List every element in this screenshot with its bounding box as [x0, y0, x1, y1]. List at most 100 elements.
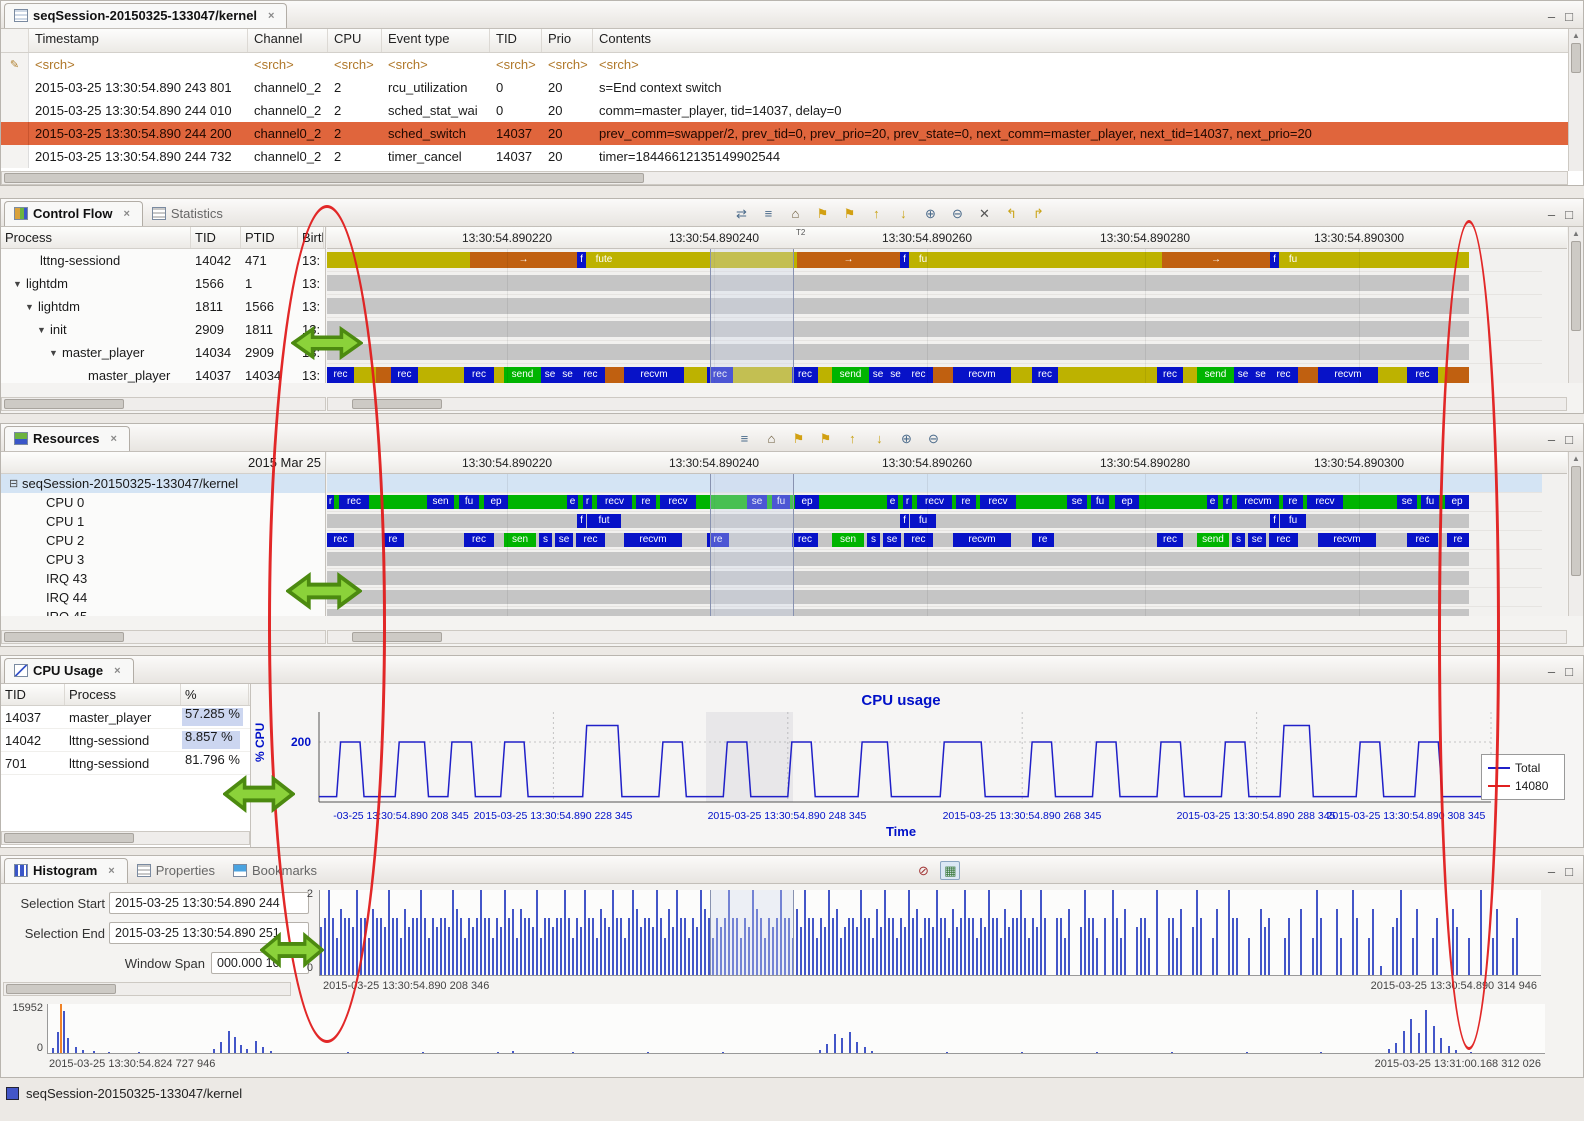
event-row[interactable]: 2015-03-25 13:30:54.890 244 010channel0_…: [1, 99, 1583, 122]
maximize-icon[interactable]: □: [1565, 864, 1573, 879]
column-header[interactable]: Contents: [593, 29, 1583, 52]
state-interval[interactable]: recvm: [953, 367, 1011, 383]
state-interval[interactable]: recvm: [1318, 367, 1378, 383]
state-interval[interactable]: recv: [1307, 495, 1343, 509]
search-cell[interactable]: <srch>: [328, 55, 382, 74]
state-interval[interactable]: send: [504, 367, 541, 383]
column-header[interactable]: Channel: [248, 29, 328, 52]
cpu-usage-row[interactable]: 14037master_player57.285 %: [1, 706, 250, 729]
state-interval[interactable]: [605, 367, 624, 383]
state-interval[interactable]: r: [327, 495, 334, 509]
state-interval[interactable]: fu: [1421, 495, 1439, 509]
zoom-out-icon[interactable]: ⊖: [947, 204, 967, 223]
optimize-icon[interactable]: ⇄: [731, 204, 751, 223]
resource-tree-row[interactable]: CPU 0: [1, 493, 325, 512]
state-interval[interactable]: recv: [660, 495, 696, 509]
scroll-up-icon[interactable]: ▲: [1569, 29, 1583, 42]
state-interval[interactable]: [327, 609, 1469, 616]
column-header[interactable]: Process: [1, 227, 191, 248]
event-row[interactable]: 2015-03-25 13:30:54.890 243 801channel0_…: [1, 76, 1583, 99]
state-interval[interactable]: f: [1270, 514, 1279, 528]
tree-expander-icon[interactable]: ▼: [49, 348, 62, 358]
state-interval[interactable]: re: [636, 495, 656, 509]
state-interval[interactable]: send: [832, 367, 869, 383]
scroll-thumb[interactable]: [1571, 466, 1581, 576]
state-interval[interactable]: ep: [1445, 495, 1469, 509]
maximize-icon[interactable]: □: [1565, 432, 1573, 447]
maximize-icon[interactable]: □: [1565, 9, 1573, 24]
state-interval[interactable]: fute: [586, 252, 622, 268]
select-next-state-icon[interactable]: ⚑: [815, 429, 835, 448]
resource-tree-row[interactable]: CPU 2: [1, 531, 325, 550]
histogram-main-plot[interactable]: [319, 890, 1541, 976]
column-header[interactable]: %: [181, 684, 249, 705]
selection-range[interactable]: [710, 890, 794, 975]
column-header[interactable]: Birth: [298, 227, 324, 248]
state-interval[interactable]: fu: [909, 252, 937, 268]
state-interval[interactable]: rec: [576, 533, 605, 547]
maximize-icon[interactable]: □: [1565, 207, 1573, 222]
time-axis[interactable]: 13:30:54.89022013:30:54.89024013:30:54.8…: [327, 227, 1567, 249]
state-interval[interactable]: fu: [1280, 514, 1306, 528]
state-interval[interactable]: se: [1252, 367, 1269, 383]
prev-event-icon[interactable]: ↑: [866, 204, 886, 223]
state-interval[interactable]: →: [470, 252, 577, 268]
minimize-icon[interactable]: –: [1548, 207, 1555, 222]
selection-end-input[interactable]: [109, 922, 309, 944]
state-interval[interactable]: rec: [792, 367, 818, 383]
state-interval[interactable]: se: [559, 367, 576, 383]
state-interval[interactable]: re: [382, 533, 404, 547]
tree-collapse-icon[interactable]: ⊟: [9, 477, 22, 490]
state-interval[interactable]: rec: [1157, 367, 1183, 383]
state-interval[interactable]: se: [1397, 495, 1417, 509]
state-interval[interactable]: f: [1270, 252, 1279, 268]
resource-tree-row[interactable]: IRQ 44: [1, 588, 325, 607]
state-interval[interactable]: rec: [1269, 367, 1298, 383]
follow-next-icon[interactable]: ↱: [1028, 204, 1048, 223]
scroll-thumb[interactable]: [352, 399, 442, 409]
state-interval[interactable]: sen: [832, 533, 864, 547]
state-interval[interactable]: rec: [464, 367, 494, 383]
state-interval[interactable]: r: [1223, 495, 1232, 509]
selection-range[interactable]: [710, 474, 794, 616]
close-icon[interactable]: ×: [265, 9, 277, 23]
cpu-usage-table-scrollbar[interactable]: [1, 831, 250, 845]
minimize-icon[interactable]: –: [1548, 864, 1555, 879]
resource-tree-row[interactable]: IRQ 43: [1, 569, 325, 588]
process-tree-row[interactable]: lttng-sessiond1404247113:: [1, 249, 325, 272]
state-interval[interactable]: fu: [910, 514, 936, 528]
state-interval[interactable]: f: [900, 252, 909, 268]
scroll-thumb[interactable]: [4, 632, 124, 642]
state-interval[interactable]: rec: [391, 367, 418, 383]
minimize-icon[interactable]: –: [1548, 9, 1555, 24]
close-icon[interactable]: ×: [107, 432, 119, 446]
state-interval[interactable]: →: [1162, 252, 1270, 268]
resource-tree-row[interactable]: ⊟seqSession-20150325-133047/kernel: [1, 474, 325, 493]
process-tree-row[interactable]: ▼init2909181113:: [1, 318, 325, 341]
process-tree-scrollbar[interactable]: [1, 397, 326, 411]
state-interval[interactable]: f: [577, 514, 586, 528]
state-interval[interactable]: rec: [904, 367, 933, 383]
column-header[interactable]: Prio: [542, 29, 593, 52]
column-header[interactable]: TID: [1, 684, 65, 705]
state-interval[interactable]: se: [869, 367, 887, 383]
show-view-filters-icon[interactable]: ≡: [734, 429, 754, 448]
zoom-in-icon[interactable]: ⊕: [920, 204, 940, 223]
state-interval[interactable]: rec: [1269, 533, 1298, 547]
state-interval[interactable]: e: [1207, 495, 1218, 509]
state-interval[interactable]: sen: [504, 533, 536, 547]
search-cell[interactable]: <srch>: [382, 55, 490, 74]
state-interval[interactable]: ep: [795, 495, 819, 509]
state-interval[interactable]: rec: [1407, 533, 1438, 547]
state-interval[interactable]: s: [539, 533, 552, 547]
timegraph-scrollbar[interactable]: [327, 397, 1567, 411]
state-interval[interactable]: rec: [792, 533, 818, 547]
state-interval[interactable]: [327, 590, 1469, 604]
hide-arrows-icon[interactable]: ✕: [974, 204, 994, 223]
resources-timegraph-scrollbar[interactable]: [327, 630, 1567, 644]
state-interval[interactable]: rec: [464, 533, 494, 547]
state-interval[interactable]: se: [1234, 367, 1252, 383]
reset-time-scale-icon[interactable]: ⌂: [785, 204, 805, 223]
state-interval[interactable]: recv: [917, 495, 952, 509]
scroll-up-icon[interactable]: ▲: [1569, 452, 1583, 465]
